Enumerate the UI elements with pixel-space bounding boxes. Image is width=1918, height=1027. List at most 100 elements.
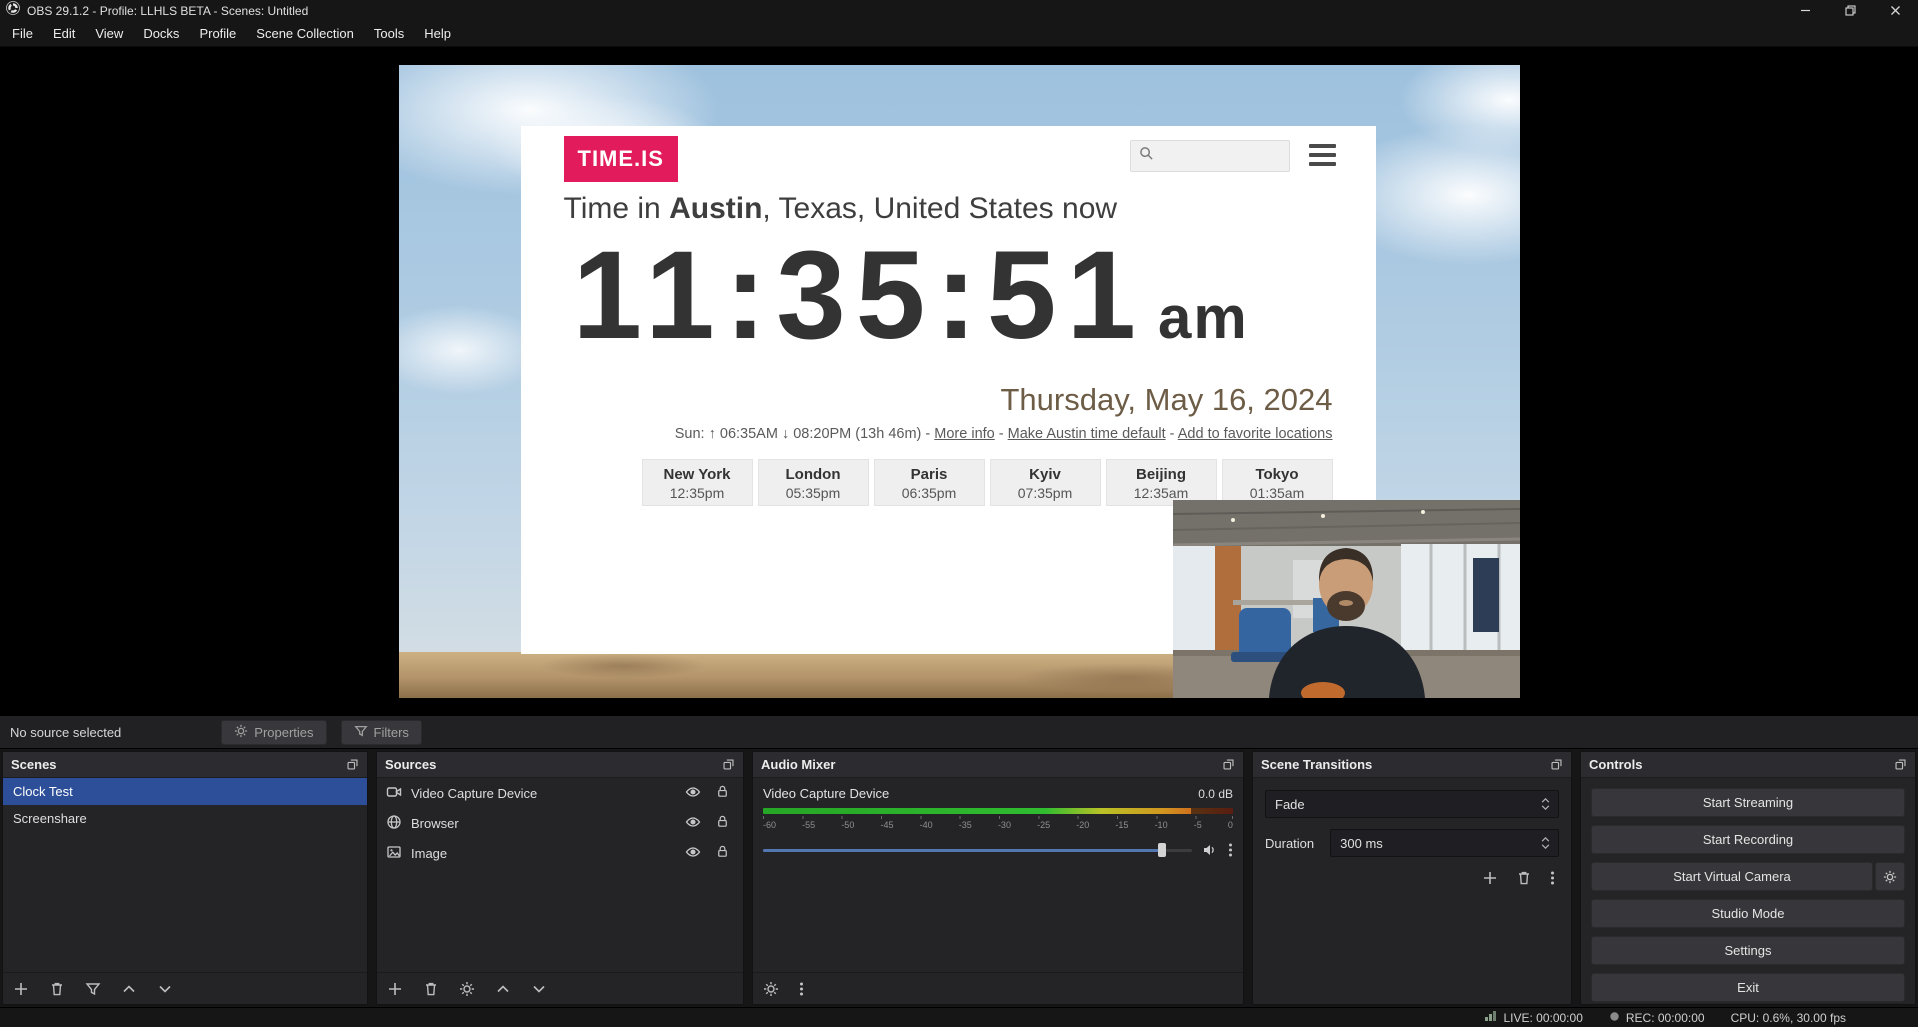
start-streaming-button[interactable]: Start Streaming	[1591, 788, 1905, 817]
duration-value: 300 ms	[1340, 836, 1383, 851]
studio-mode-button[interactable]: Studio Mode	[1591, 899, 1905, 928]
lock-icon[interactable]	[715, 784, 730, 803]
move-source-up-button[interactable]	[495, 981, 511, 997]
properties-label: Properties	[254, 725, 313, 740]
transitions-dock-header: Scene Transitions	[1253, 752, 1571, 778]
remove-transition-button[interactable]	[1516, 870, 1532, 886]
gear-icon	[234, 724, 248, 741]
exit-button[interactable]: Exit	[1591, 973, 1905, 1002]
minimize-button[interactable]	[1783, 0, 1828, 21]
transitions-title: Scene Transitions	[1261, 757, 1372, 772]
advanced-audio-gear-icon[interactable]	[763, 981, 779, 997]
volume-slider[interactable]	[763, 849, 1192, 852]
menu-file[interactable]: File	[2, 21, 43, 46]
close-button[interactable]	[1873, 0, 1918, 21]
audio-mixer-dock: Audio Mixer Video Capture Device 0.0 dB …	[752, 751, 1244, 1005]
meter-scale: -60-55-50-45-40-35-30-25-20-15-10-50	[763, 820, 1233, 830]
window-controls	[1783, 0, 1918, 21]
network-icon	[1484, 1010, 1497, 1025]
start-recording-button[interactable]: Start Recording	[1591, 825, 1905, 854]
menu-tools[interactable]: Tools	[364, 21, 414, 46]
lock-icon[interactable]	[715, 814, 730, 833]
add-scene-button[interactable]	[13, 981, 29, 997]
menu-scene-collection[interactable]: Scene Collection	[246, 21, 364, 46]
speaker-icon[interactable]	[1202, 842, 1218, 858]
source-properties-button[interactable]	[459, 981, 475, 997]
sources-title: Sources	[385, 757, 436, 772]
transition-select[interactable]: Fade	[1265, 790, 1559, 818]
program-canvas[interactable]: TIME.IS Time in Austin, Texas, United St…	[399, 65, 1520, 698]
meter-tick-marks	[763, 816, 1233, 819]
menubar: File Edit View Docks Profile Scene Colle…	[0, 21, 1918, 47]
world-clocks: New York12:35pm London05:35pm Paris06:35…	[642, 459, 1333, 506]
menu-help[interactable]: Help	[414, 21, 461, 46]
source-item[interactable]: Browser	[377, 808, 743, 838]
menu-profile[interactable]: Profile	[189, 21, 246, 46]
cloud	[1399, 65, 1520, 155]
volume-slider-handle[interactable]	[1158, 843, 1166, 857]
controls-title: Controls	[1589, 757, 1642, 772]
visibility-eye-icon[interactable]	[685, 844, 701, 863]
select-arrows-icon[interactable]	[1537, 798, 1554, 810]
settings-button[interactable]: Settings	[1591, 936, 1905, 965]
controls-dock: Controls Start Streaming Start Recording…	[1580, 751, 1916, 1005]
move-scene-down-button[interactable]	[157, 981, 173, 997]
properties-button[interactable]: Properties	[221, 720, 326, 745]
filters-label: Filters	[374, 725, 409, 740]
virtual-camera-settings-button[interactable]	[1875, 862, 1905, 891]
visibility-eye-icon[interactable]	[685, 814, 701, 833]
lock-icon[interactable]	[715, 844, 730, 863]
scene-item[interactable]: Screenshare	[3, 805, 367, 832]
popout-icon[interactable]	[722, 758, 735, 771]
move-scene-up-button[interactable]	[121, 981, 137, 997]
popout-icon[interactable]	[1550, 758, 1563, 771]
hamburger-menu-icon	[1309, 144, 1336, 171]
sources-toolbar	[377, 972, 743, 1004]
source-item[interactable]: Image	[377, 838, 743, 868]
source-label: Browser	[411, 816, 676, 831]
menu-view[interactable]: View	[85, 21, 133, 46]
make-default-link: Make Austin time default	[1008, 426, 1166, 442]
remove-source-button[interactable]	[423, 981, 439, 997]
visibility-eye-icon[interactable]	[685, 784, 701, 803]
spinbox-arrows-icon[interactable]	[1537, 837, 1554, 849]
world-clock: London05:35pm	[758, 459, 869, 506]
timeis-sun-line: Sun: ↑ 06:35AM ↓ 08:20PM (13h 46m) - Mor…	[675, 426, 1333, 442]
webcam-overlay	[1173, 500, 1520, 698]
move-source-down-button[interactable]	[531, 981, 547, 997]
audio-mixer-dock-header: Audio Mixer	[753, 752, 1243, 778]
link-separator: -	[1170, 426, 1175, 442]
popout-icon[interactable]	[1222, 758, 1235, 771]
restore-button[interactable]	[1828, 0, 1873, 21]
kebab-menu-icon[interactable]	[1228, 842, 1233, 858]
statusbar: LIVE: 00:00:00 REC: 00:00:00 CPU: 0.6%, …	[0, 1007, 1918, 1027]
clock-meridiem: am	[1158, 283, 1249, 352]
controls-dock-header: Controls	[1581, 752, 1915, 778]
add-transition-button[interactable]	[1482, 870, 1498, 886]
window-title: OBS 29.1.2 - Profile: LLHLS BETA - Scene…	[27, 4, 308, 18]
menu-edit[interactable]: Edit	[43, 21, 85, 46]
duration-spinbox[interactable]: 300 ms	[1330, 829, 1559, 857]
popout-icon[interactable]	[1894, 758, 1907, 771]
transition-value: Fade	[1275, 797, 1305, 812]
source-label: Video Capture Device	[411, 786, 676, 801]
mixer-channel-name: Video Capture Device	[763, 786, 889, 801]
globe-icon	[386, 814, 402, 833]
scenes-list: Clock Test Screenshare	[3, 778, 367, 972]
mixer-kebab-icon[interactable]	[799, 981, 804, 997]
menu-docks[interactable]: Docks	[133, 21, 189, 46]
scene-item[interactable]: Clock Test	[3, 778, 367, 805]
source-item[interactable]: Video Capture Device	[377, 778, 743, 808]
remove-scene-button[interactable]	[49, 981, 65, 997]
timeis-logo: TIME.IS	[564, 136, 678, 182]
scene-filters-button[interactable]	[85, 981, 101, 997]
docks-row: Scenes Clock Test Screenshare	[0, 749, 1918, 1007]
add-source-button[interactable]	[387, 981, 403, 997]
live-status: LIVE: 00:00:00	[1484, 1010, 1582, 1025]
start-virtual-camera-button[interactable]: Start Virtual Camera	[1591, 862, 1873, 891]
world-clock: Kyiv07:35pm	[990, 459, 1101, 506]
transition-kebab-icon[interactable]	[1550, 870, 1555, 886]
filters-button[interactable]: Filters	[341, 720, 422, 745]
popout-icon[interactable]	[346, 758, 359, 771]
scenes-toolbar	[3, 972, 367, 1004]
